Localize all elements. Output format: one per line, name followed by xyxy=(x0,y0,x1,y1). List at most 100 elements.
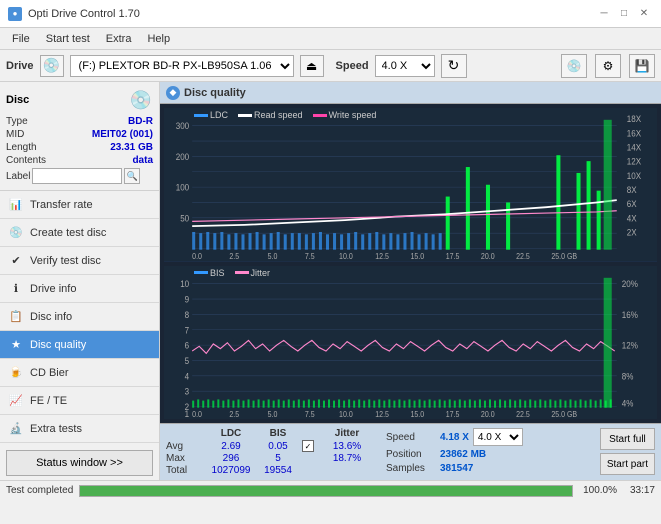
svg-text:50: 50 xyxy=(180,213,189,224)
samples-value: 381547 xyxy=(440,463,473,474)
svg-text:100: 100 xyxy=(176,182,190,193)
verify-test-icon: ✔ xyxy=(8,253,24,269)
svg-text:2.5: 2.5 xyxy=(229,409,239,419)
sidebar-item-disc-quality[interactable]: ★ Disc quality xyxy=(0,331,159,359)
speed-info-value: 4.18 X xyxy=(440,432,469,443)
ldc-legend-color xyxy=(194,114,208,117)
disc-label-input[interactable] xyxy=(32,168,122,184)
drive-label: Drive xyxy=(6,60,34,72)
sidebar-item-cd-bier[interactable]: 🍺 CD Bier xyxy=(0,359,159,387)
svg-text:2X: 2X xyxy=(627,227,637,238)
disc-length-row: Length 23.31 GB xyxy=(6,142,153,153)
stats-avg-bis: 0.05 xyxy=(258,441,298,452)
sidebar-item-create-test[interactable]: 💿 Create test disc xyxy=(0,219,159,247)
chart2-container: BIS Jitter xyxy=(164,266,657,420)
disc-panel: Disc 💿 Type BD-R MID MEIT02 (001) Length… xyxy=(0,82,159,191)
sidebar-item-fe-te[interactable]: 📈 FE / TE xyxy=(0,387,159,415)
progress-area: Test completed 100.0% 33:17 xyxy=(0,480,661,500)
menubar: File Start test Extra Help xyxy=(0,28,661,50)
quality-icon: ◆ xyxy=(166,86,180,100)
menu-help[interactable]: Help xyxy=(139,28,178,50)
eject-button[interactable]: ⏏ xyxy=(300,55,324,77)
settings-button[interactable]: ⚙ xyxy=(595,54,621,78)
status-window-button[interactable]: Status window >> xyxy=(6,450,153,476)
disc-header: Disc 💿 xyxy=(6,88,153,112)
menu-file[interactable]: File xyxy=(4,28,38,50)
speed-info-select[interactable]: 4.0 X xyxy=(473,428,523,446)
stats-avg-label: Avg xyxy=(166,441,204,452)
stats-bis-header: BIS xyxy=(258,428,298,439)
titlebar-controls: ─ □ ✕ xyxy=(595,5,653,23)
cd-bier-icon: 🍺 xyxy=(8,365,24,381)
disc-label-icon-btn[interactable]: 🔍 xyxy=(124,168,140,184)
disc-button[interactable]: 💿 xyxy=(561,54,587,78)
stats-avg-ldc: 2.69 xyxy=(208,441,254,452)
speed-select[interactable]: 4.0 X 2.0 X 8.0 X xyxy=(375,55,435,77)
menu-starttest[interactable]: Start test xyxy=(38,28,98,50)
save-button[interactable]: 💾 xyxy=(629,54,655,78)
svg-text:20.0: 20.0 xyxy=(481,252,495,262)
svg-text:4X: 4X xyxy=(627,213,637,224)
disc-length-label: Length xyxy=(6,142,37,153)
disc-type-value: BD-R xyxy=(128,116,153,127)
disc-contents-row: Contents data xyxy=(6,155,153,166)
sidebar-item-disc-info[interactable]: 📋 Disc info xyxy=(0,303,159,331)
fe-te-icon: 📈 xyxy=(8,393,24,409)
svg-text:12%: 12% xyxy=(622,340,638,351)
refresh-button[interactable]: ↻ xyxy=(441,54,467,78)
svg-text:1: 1 xyxy=(185,408,190,419)
svg-text:6X: 6X xyxy=(627,199,637,210)
svg-text:15.0: 15.0 xyxy=(411,409,425,419)
svg-text:12.5: 12.5 xyxy=(375,252,389,262)
titlebar-left: ● Opti Drive Control 1.70 xyxy=(8,7,140,21)
menu-extra[interactable]: Extra xyxy=(98,28,140,50)
speed-position-info: Speed 4.18 X 4.0 X Position 23862 MB Sam… xyxy=(386,428,523,474)
stats-max-label: Max xyxy=(166,453,204,464)
jitter-checkbox[interactable]: ✓ xyxy=(302,440,314,452)
chart2-svg: 10 9 8 7 6 5 4 3 2 1 20% 16% 12% 8% 4% xyxy=(164,266,657,420)
status-window-label: Status window >> xyxy=(36,457,123,469)
create-test-icon: 💿 xyxy=(8,225,24,241)
start-full-button[interactable]: Start full xyxy=(600,428,655,450)
sidebar-item-verify-test[interactable]: ✔ Verify test disc xyxy=(0,247,159,275)
svg-text:14X: 14X xyxy=(627,142,641,153)
transfer-rate-icon: 📊 xyxy=(8,197,24,213)
svg-text:8X: 8X xyxy=(627,184,637,195)
svg-text:10.0: 10.0 xyxy=(339,409,353,419)
disc-panel-title: Disc xyxy=(6,94,29,106)
svg-text:17.5: 17.5 xyxy=(446,252,460,262)
drive-select[interactable]: (F:) PLEXTOR BD-R PX-LB950SA 1.06 xyxy=(70,55,294,77)
minimize-button[interactable]: ─ xyxy=(595,5,613,23)
chart1-container: LDC Read speed Write speed xyxy=(164,108,657,262)
position-value: 23862 MB xyxy=(440,449,486,460)
readspeed-legend-label: Read speed xyxy=(254,110,303,120)
svg-text:12.5: 12.5 xyxy=(375,409,389,419)
sidebar-item-label-drive-info: Drive info xyxy=(30,283,76,295)
disc-label-label: Label xyxy=(6,171,30,182)
progress-percent: 100.0% xyxy=(579,485,617,496)
sidebar-item-label-disc-quality: Disc quality xyxy=(30,339,86,351)
app-icon: ● xyxy=(8,7,22,21)
svg-text:22.5: 22.5 xyxy=(516,252,530,262)
content-area: ◆ Disc quality LDC Read speed xyxy=(160,82,661,480)
sidebar-item-label-transfer-rate: Transfer rate xyxy=(30,199,93,211)
chart1-legend: LDC Read speed Write speed xyxy=(194,110,376,120)
disc-contents-value: data xyxy=(132,155,153,166)
sidebar-item-drive-info[interactable]: ℹ Drive info xyxy=(0,275,159,303)
maximize-button[interactable]: □ xyxy=(615,5,633,23)
start-part-button[interactable]: Start part xyxy=(600,453,655,475)
start-buttons: Start full Start part xyxy=(600,428,655,475)
svg-text:16%: 16% xyxy=(622,309,638,320)
svg-text:9: 9 xyxy=(185,293,190,304)
close-button[interactable]: ✕ xyxy=(635,5,653,23)
svg-text:7: 7 xyxy=(185,324,190,335)
svg-text:16X: 16X xyxy=(627,128,641,139)
drive-icon: 💿 xyxy=(40,55,64,77)
progress-bar-inner xyxy=(80,486,572,496)
drive-info-icon: ℹ xyxy=(8,281,24,297)
main-area: Disc 💿 Type BD-R MID MEIT02 (001) Length… xyxy=(0,82,661,480)
extra-tests-icon: 🔬 xyxy=(8,421,24,437)
stats-jitter-header: Jitter xyxy=(322,428,372,439)
sidebar-item-extra-tests[interactable]: 🔬 Extra tests xyxy=(0,415,159,443)
sidebar-item-transfer-rate[interactable]: 📊 Transfer rate xyxy=(0,191,159,219)
